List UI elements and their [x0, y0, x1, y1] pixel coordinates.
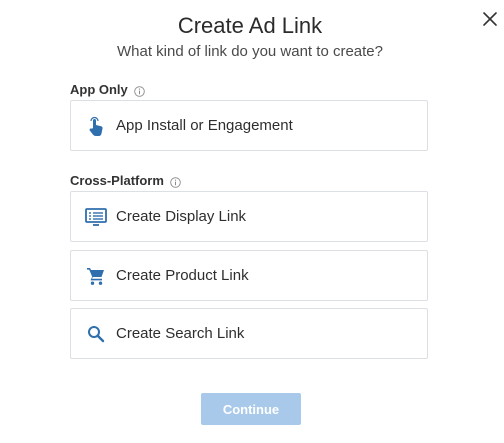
option-display-link[interactable]: Create Display Link — [70, 191, 428, 242]
section-label-text: App Only — [70, 82, 128, 97]
continue-button[interactable]: Continue — [201, 393, 301, 425]
create-ad-link-dialog: Create Ad Link What kind of link do you … — [0, 0, 504, 443]
option-label: App Install or Engagement — [116, 116, 293, 134]
search-icon — [85, 323, 107, 345]
option-app-install[interactable]: App Install or Engagement — [70, 100, 428, 151]
display-ad-icon — [85, 206, 107, 228]
info-icon[interactable] — [170, 176, 181, 188]
info-icon[interactable] — [134, 85, 145, 97]
section-label-text: Cross-Platform — [70, 173, 164, 188]
dialog-title: Create Ad Link — [177, 13, 323, 38]
dialog-subtitle: What kind of link do you want to create? — [117, 43, 383, 60]
section-label-cross-platform: Cross-Platform — [70, 173, 181, 189]
tap-hand-icon — [85, 115, 107, 137]
option-label: Create Search Link — [116, 324, 245, 342]
shopping-cart-icon — [85, 265, 107, 287]
option-label: Create Display Link — [116, 207, 247, 225]
option-search-link[interactable]: Create Search Link — [70, 308, 428, 359]
option-label: Create Product Link — [116, 266, 249, 284]
option-product-link[interactable]: Create Product Link — [70, 250, 428, 301]
section-label-app-only: App Only — [70, 82, 145, 98]
